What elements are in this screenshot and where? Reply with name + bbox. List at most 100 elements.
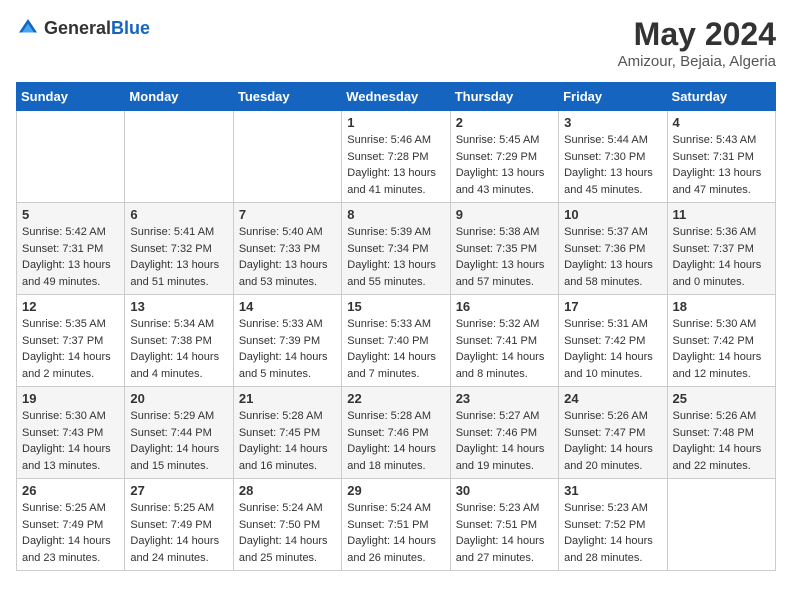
calendar-cell: [233, 111, 341, 203]
day-info: Sunrise: 5:27 AMSunset: 7:46 PMDaylight:…: [456, 408, 553, 474]
calendar-week-5: 26 Sunrise: 5:25 AMSunset: 7:49 PMDayligh…: [17, 479, 776, 571]
calendar-cell: 6 Sunrise: 5:41 AMSunset: 7:32 PMDaylight…: [125, 203, 233, 295]
calendar-cell: 28 Sunrise: 5:24 AMSunset: 7:50 PMDayligh…: [233, 479, 341, 571]
day-number: 6: [130, 207, 227, 222]
logo-icon: [16, 16, 40, 40]
weekday-header-row: SundayMondayTuesdayWednesdayThursdayFrid…: [17, 83, 776, 111]
calendar-cell: 23 Sunrise: 5:27 AMSunset: 7:46 PMDayligh…: [450, 387, 558, 479]
calendar-cell: 22Sunrise: 5:28 AMSunset: 7:46 PMDayligh…: [342, 387, 450, 479]
day-info: Sunrise: 5:41 AMSunset: 7:32 PMDaylight:…: [130, 224, 227, 290]
calendar-cell: 2Sunrise: 5:45 AMSunset: 7:29 PMDaylight…: [450, 111, 558, 203]
calendar-cell: 1 Sunrise: 5:46 AMSunset: 7:28 PMDaylight…: [342, 111, 450, 203]
weekday-header-saturday: Saturday: [667, 83, 775, 111]
day-number: 7: [239, 207, 336, 222]
day-info: Sunrise: 5:25 AMSunset: 7:49 PMDaylight:…: [22, 500, 119, 566]
calendar-cell: 30 Sunrise: 5:23 AMSunset: 7:51 PMDayligh…: [450, 479, 558, 571]
day-number: 18: [673, 299, 770, 314]
calendar-cell: 20Sunrise: 5:29 AMSunset: 7:44 PMDayligh…: [125, 387, 233, 479]
day-info: Sunrise: 5:23 AMSunset: 7:51 PMDaylight:…: [456, 500, 553, 566]
day-number: 21: [239, 391, 336, 406]
calendar-cell: 12 Sunrise: 5:35 AMSunset: 7:37 PMDayligh…: [17, 295, 125, 387]
calendar-cell: 15 Sunrise: 5:33 AMSunset: 7:40 PMDayligh…: [342, 295, 450, 387]
day-number: 25: [673, 391, 770, 406]
calendar-cell: 31Sunrise: 5:23 AMSunset: 7:52 PMDayligh…: [559, 479, 667, 571]
day-info: Sunrise: 5:24 AMSunset: 7:50 PMDaylight:…: [239, 500, 336, 566]
calendar-body: 1 Sunrise: 5:46 AMSunset: 7:28 PMDaylight…: [17, 111, 776, 571]
day-number: 24: [564, 391, 661, 406]
day-info: Sunrise: 5:36 AMSunset: 7:37 PMDaylight:…: [673, 224, 770, 290]
calendar-cell: 3 Sunrise: 5:44 AMSunset: 7:30 PMDaylight…: [559, 111, 667, 203]
day-number: 15: [347, 299, 444, 314]
page-header: GeneralBlue May 2024 Amizour, Bejaia, Al…: [16, 16, 776, 70]
day-info: Sunrise: 5:35 AMSunset: 7:37 PMDaylight:…: [22, 316, 119, 382]
calendar-week-3: 12 Sunrise: 5:35 AMSunset: 7:37 PMDayligh…: [17, 295, 776, 387]
calendar-cell: 16Sunrise: 5:32 AMSunset: 7:41 PMDayligh…: [450, 295, 558, 387]
calendar-cell: 27 Sunrise: 5:25 AMSunset: 7:49 PMDayligh…: [125, 479, 233, 571]
calendar-cell: 4 Sunrise: 5:43 AMSunset: 7:31 PMDaylight…: [667, 111, 775, 203]
logo-general: General: [44, 18, 111, 38]
day-number: 12: [22, 299, 119, 314]
day-number: 19: [22, 391, 119, 406]
day-number: 30: [456, 483, 553, 498]
calendar-cell: [17, 111, 125, 203]
day-info: Sunrise: 5:44 AMSunset: 7:30 PMDaylight:…: [564, 132, 661, 198]
day-info: Sunrise: 5:34 AMSunset: 7:38 PMDaylight:…: [130, 316, 227, 382]
day-number: 23: [456, 391, 553, 406]
day-number: 11: [673, 207, 770, 222]
day-number: 17: [564, 299, 661, 314]
calendar-cell: 25Sunrise: 5:26 AMSunset: 7:48 PMDayligh…: [667, 387, 775, 479]
calendar-week-4: 19 Sunrise: 5:30 AMSunset: 7:43 PMDayligh…: [17, 387, 776, 479]
calendar-cell: 19 Sunrise: 5:30 AMSunset: 7:43 PMDayligh…: [17, 387, 125, 479]
day-number: 5: [22, 207, 119, 222]
calendar-cell: 9 Sunrise: 5:38 AMSunset: 7:35 PMDaylight…: [450, 203, 558, 295]
day-info: Sunrise: 5:43 AMSunset: 7:31 PMDaylight:…: [673, 132, 770, 198]
calendar-header: SundayMondayTuesdayWednesdayThursdayFrid…: [17, 83, 776, 111]
day-number: 20: [130, 391, 227, 406]
day-number: 1: [347, 115, 444, 130]
calendar-cell: 29Sunrise: 5:24 AMSunset: 7:51 PMDayligh…: [342, 479, 450, 571]
day-number: 8: [347, 207, 444, 222]
calendar-week-2: 5 Sunrise: 5:42 AMSunset: 7:31 PMDaylight…: [17, 203, 776, 295]
day-number: 14: [239, 299, 336, 314]
calendar-cell: 21 Sunrise: 5:28 AMSunset: 7:45 PMDayligh…: [233, 387, 341, 479]
day-info: Sunrise: 5:33 AMSunset: 7:40 PMDaylight:…: [347, 316, 444, 382]
day-number: 28: [239, 483, 336, 498]
day-number: 27: [130, 483, 227, 498]
logo: GeneralBlue: [16, 16, 150, 40]
day-info: Sunrise: 5:30 AMSunset: 7:43 PMDaylight:…: [22, 408, 119, 474]
day-info: Sunrise: 5:32 AMSunset: 7:41 PMDaylight:…: [456, 316, 553, 382]
day-number: 13: [130, 299, 227, 314]
day-info: Sunrise: 5:28 AMSunset: 7:46 PMDaylight:…: [347, 408, 444, 474]
day-info: Sunrise: 5:42 AMSunset: 7:31 PMDaylight:…: [22, 224, 119, 290]
weekday-header-monday: Monday: [125, 83, 233, 111]
calendar-table: SundayMondayTuesdayWednesdayThursdayFrid…: [16, 82, 776, 571]
day-info: Sunrise: 5:40 AMSunset: 7:33 PMDaylight:…: [239, 224, 336, 290]
calendar-cell: 10 Sunrise: 5:37 AMSunset: 7:36 PMDayligh…: [559, 203, 667, 295]
calendar-cell: 7 Sunrise: 5:40 AMSunset: 7:33 PMDaylight…: [233, 203, 341, 295]
calendar-cell: 26 Sunrise: 5:25 AMSunset: 7:49 PMDayligh…: [17, 479, 125, 571]
calendar-cell: [125, 111, 233, 203]
day-info: Sunrise: 5:39 AMSunset: 7:34 PMDaylight:…: [347, 224, 444, 290]
day-number: 10: [564, 207, 661, 222]
day-number: 9: [456, 207, 553, 222]
weekday-header-tuesday: Tuesday: [233, 83, 341, 111]
day-number: 4: [673, 115, 770, 130]
day-number: 3: [564, 115, 661, 130]
calendar-cell: 24 Sunrise: 5:26 AMSunset: 7:47 PMDayligh…: [559, 387, 667, 479]
day-info: Sunrise: 5:26 AMSunset: 7:47 PMDaylight:…: [564, 408, 661, 474]
day-number: 26: [22, 483, 119, 498]
weekday-header-sunday: Sunday: [17, 83, 125, 111]
day-number: 31: [564, 483, 661, 498]
weekday-header-friday: Friday: [559, 83, 667, 111]
day-info: Sunrise: 5:46 AMSunset: 7:28 PMDaylight:…: [347, 132, 444, 198]
day-info: Sunrise: 5:45 AMSunset: 7:29 PMDaylight:…: [456, 132, 553, 198]
location: Amizour, Bejaia, Algeria: [618, 53, 776, 70]
day-info: Sunrise: 5:25 AMSunset: 7:49 PMDaylight:…: [130, 500, 227, 566]
day-number: 29: [347, 483, 444, 498]
day-info: Sunrise: 5:37 AMSunset: 7:36 PMDaylight:…: [564, 224, 661, 290]
month-year: May 2024: [618, 16, 776, 53]
calendar-cell: 11 Sunrise: 5:36 AMSunset: 7:37 PMDayligh…: [667, 203, 775, 295]
calendar-cell: 18Sunrise: 5:30 AMSunset: 7:42 PMDayligh…: [667, 295, 775, 387]
day-info: Sunrise: 5:28 AMSunset: 7:45 PMDaylight:…: [239, 408, 336, 474]
day-info: Sunrise: 5:38 AMSunset: 7:35 PMDaylight:…: [456, 224, 553, 290]
